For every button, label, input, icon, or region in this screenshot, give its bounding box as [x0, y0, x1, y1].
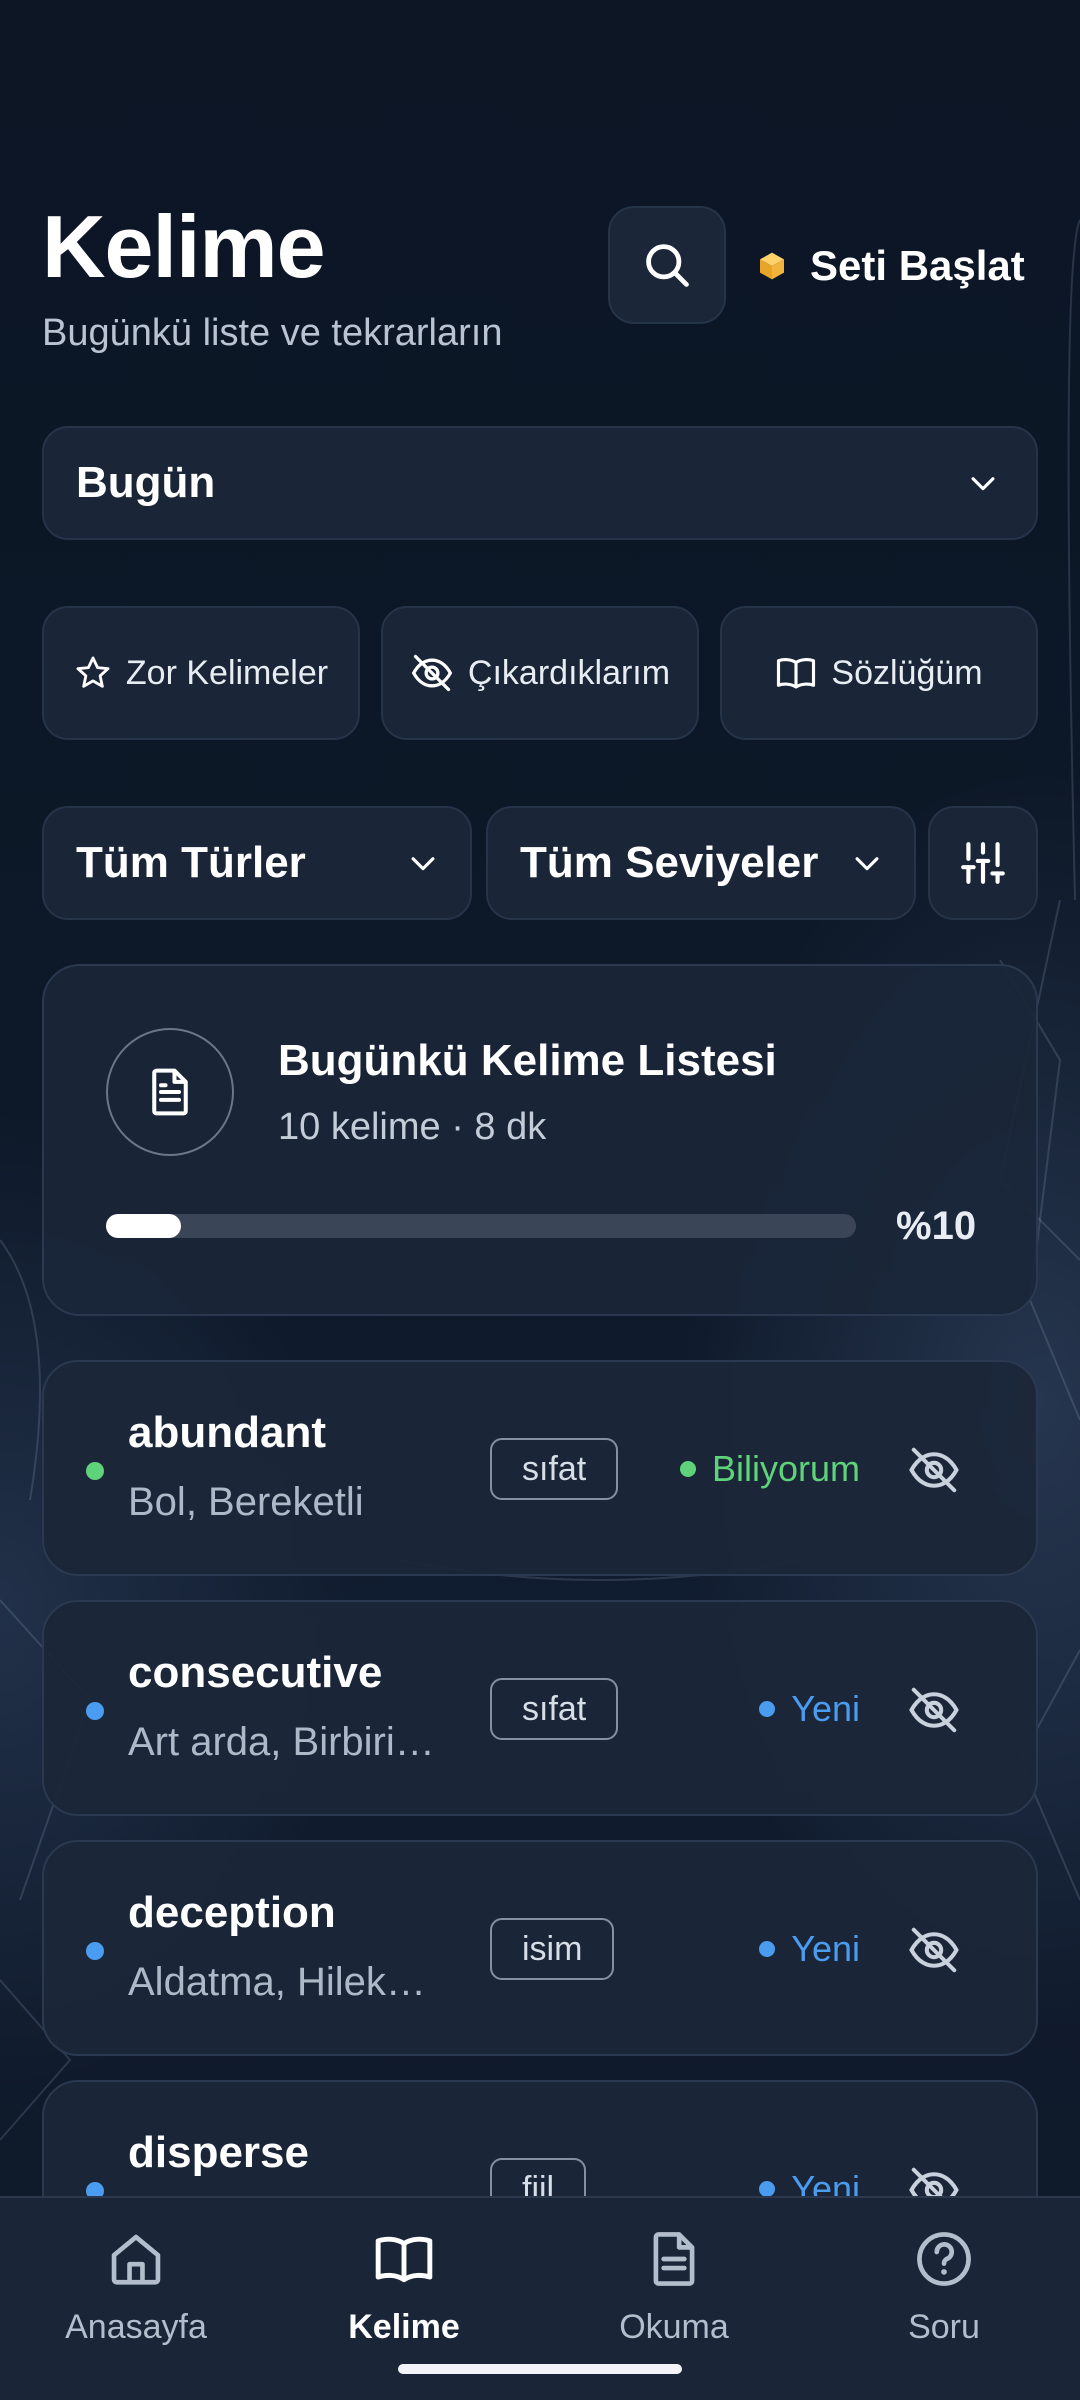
- word-type-chip: sıfat: [490, 1438, 619, 1500]
- word-text: abundant: [128, 1408, 326, 1457]
- word-meaning: Art arda, Birbiri…: [128, 1720, 435, 1764]
- word-type-chip: isim: [490, 1918, 615, 1980]
- daily-list-meta: 10 kelime · 8 dk: [278, 1106, 547, 1148]
- word-status-label: Yeni: [791, 1688, 860, 1729]
- daily-list-title: Bugünkü Kelime Listesi: [278, 1036, 777, 1085]
- document-icon: [653, 2232, 695, 2286]
- nav-item-okuma[interactable]: Okuma: [574, 2224, 774, 2347]
- chevron-down-icon: [855, 857, 879, 871]
- home-icon: [111, 2234, 161, 2285]
- word-text: deception: [128, 1888, 336, 1937]
- my-dictionary-label: Sözlüğüm: [831, 653, 983, 692]
- word-status-label: Yeni: [791, 1928, 860, 1969]
- hard-words-button[interactable]: Zor Kelimeler: [42, 606, 360, 740]
- eye-off-icon: [909, 1687, 959, 1733]
- level-filter-dropdown[interactable]: Tüm Seviyeler: [486, 806, 916, 920]
- chevron-down-icon: [411, 857, 435, 871]
- removed-words-label: Çıkardıklarım: [467, 653, 671, 692]
- period-dropdown-value: Bugün: [76, 458, 216, 507]
- book-icon: [375, 2236, 433, 2283]
- start-set-label: Seti Başlat: [810, 242, 1025, 289]
- nav-item-kelime[interactable]: Kelime: [304, 2224, 504, 2347]
- filter-settings-button[interactable]: [928, 806, 1038, 920]
- nav-label-kelime: Kelime: [348, 2308, 460, 2346]
- period-dropdown[interactable]: Bugün: [42, 426, 1038, 540]
- start-set-button[interactable]: Seti Başlat: [756, 236, 1025, 296]
- daily-list-card[interactable]: Bugünkü Kelime Listesi 10 kelime · 8 dk …: [42, 964, 1038, 1316]
- daily-progress-percent: %10: [896, 1204, 977, 1248]
- search-icon: [646, 244, 689, 287]
- type-filter-value: Tüm Türler: [76, 838, 306, 887]
- status-indicator-dot: [759, 1701, 776, 1717]
- word-meaning: Bol, Bereketli: [128, 1480, 364, 1524]
- word-meaning: Aldatma, Hilek…: [128, 1960, 426, 2004]
- page-subtitle: Bugünkü liste ve tekrarların: [42, 312, 503, 354]
- word-card[interactable]: abundant Bol, Bereketli sıfat Biliyorum: [42, 1360, 1038, 1576]
- status-indicator-dot: [759, 2181, 776, 2197]
- daily-progress-bar: [106, 1214, 856, 1238]
- word-status-label: Biliyorum: [711, 1448, 860, 1489]
- status-dot: [86, 1942, 104, 1960]
- nav-item-home[interactable]: Anasayfa: [36, 2224, 236, 2347]
- daily-progress-fill: [106, 1214, 181, 1238]
- screen: Kelime Bugünkü liste ve tekrarların Seti…: [0, 0, 1080, 2400]
- chevron-down-icon: [971, 477, 995, 491]
- word-text: consecutive: [128, 1648, 383, 1697]
- eye-off-icon: [909, 1927, 959, 1973]
- nav-item-soru[interactable]: Soru: [844, 2224, 1044, 2347]
- level-filter-value: Tüm Seviyeler: [520, 838, 819, 887]
- word-status[interactable]: Yeni: [759, 1688, 860, 1730]
- status-dot: [86, 1702, 104, 1720]
- word-status[interactable]: Biliyorum: [679, 1448, 860, 1490]
- word-text: disperse: [128, 2128, 309, 2177]
- type-filter-dropdown[interactable]: Tüm Türler: [42, 806, 472, 920]
- hide-word-button[interactable]: [902, 1918, 966, 1982]
- status-indicator-dot: [679, 1461, 696, 1477]
- document-icon: [152, 1068, 188, 1116]
- status-indicator-dot: [759, 1941, 776, 1957]
- question-icon: [917, 2232, 971, 2286]
- word-card[interactable]: deception Aldatma, Hilek… isim Yeni: [42, 1840, 1038, 2056]
- my-dictionary-button[interactable]: Sözlüğüm: [720, 606, 1038, 740]
- word-type-chip: sıfat: [490, 1678, 619, 1740]
- star-icon: [76, 656, 110, 688]
- nav-label-okuma: Okuma: [619, 2308, 729, 2346]
- daily-list-icon-badge: [106, 1028, 234, 1156]
- home-indicator: [398, 2364, 682, 2374]
- search-button[interactable]: [608, 206, 726, 324]
- status-dot: [86, 1462, 104, 1480]
- hide-word-button[interactable]: [902, 1438, 966, 1502]
- eye-off-icon: [411, 654, 453, 692]
- removed-words-button[interactable]: Çıkardıklarım: [381, 606, 699, 740]
- word-status[interactable]: Yeni: [759, 1928, 860, 1970]
- cube-icon: [760, 252, 784, 280]
- hard-words-label: Zor Kelimeler: [125, 653, 329, 692]
- book-icon: [777, 658, 816, 689]
- page-title: Kelime: [42, 197, 326, 296]
- nav-label-home: Anasayfa: [65, 2308, 207, 2346]
- eye-off-icon: [909, 1447, 959, 1493]
- sliders-icon: [961, 842, 1005, 884]
- hide-word-button[interactable]: [902, 1678, 966, 1742]
- word-card[interactable]: consecutive Art arda, Birbiri… sıfat Yeni: [42, 1600, 1038, 1816]
- nav-label-soru: Soru: [908, 2308, 980, 2346]
